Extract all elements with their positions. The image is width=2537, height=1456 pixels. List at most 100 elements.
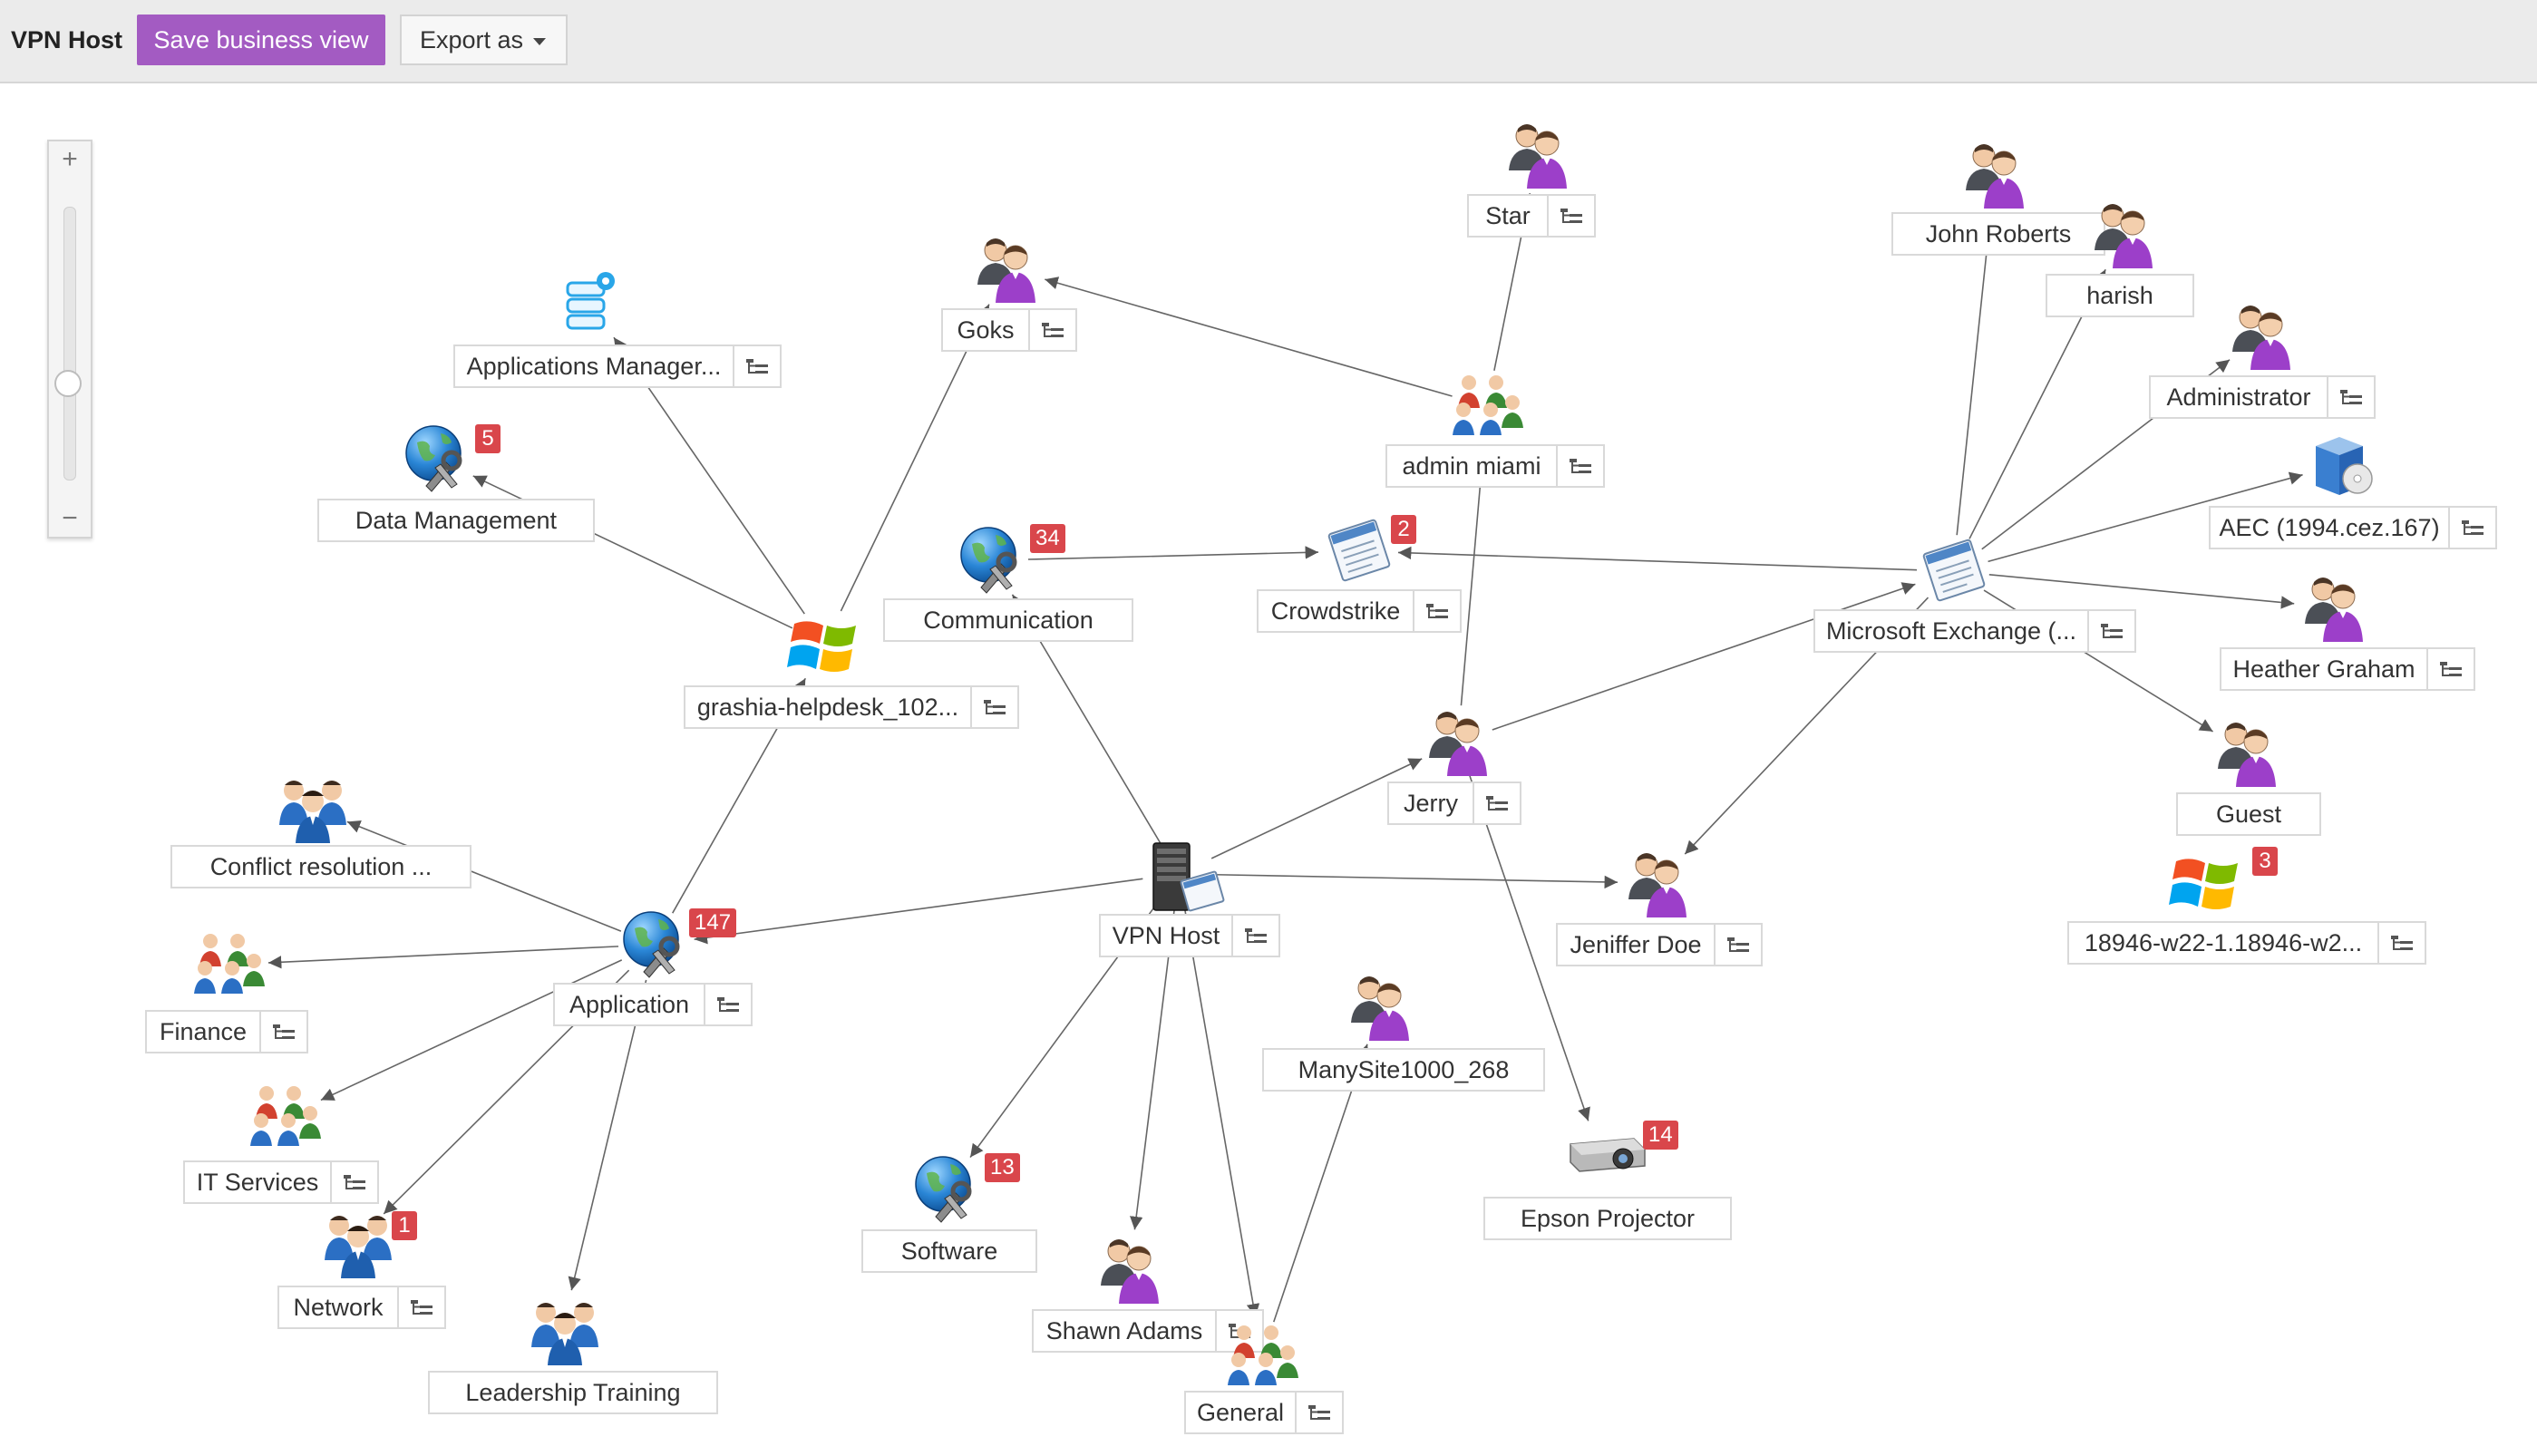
- node-label-text: Finance: [159, 1017, 248, 1045]
- tree-view-icon[interactable]: [1473, 783, 1520, 823]
- user-icon[interactable]: [968, 230, 1045, 311]
- node-label-text: General: [1196, 1398, 1285, 1426]
- node-label-communication[interactable]: Communication: [883, 598, 1133, 642]
- node-label-jerry[interactable]: Jerry: [1387, 781, 1521, 825]
- node-label-administrator[interactable]: Administrator: [2149, 375, 2376, 419]
- tree-view-icon[interactable]: [2377, 923, 2425, 963]
- tree-view-icon[interactable]: [397, 1287, 444, 1327]
- globe-wrench-icon[interactable]: [617, 907, 693, 987]
- node-label-finance[interactable]: Finance: [145, 1010, 308, 1053]
- alarm-count-badge[interactable]: 2: [1391, 515, 1416, 544]
- tree-view-icon[interactable]: [1556, 446, 1603, 486]
- user-icon[interactable]: [1342, 968, 1418, 1049]
- alarm-count-badge[interactable]: 1: [392, 1211, 417, 1240]
- node-label-heather[interactable]: Heather Graham: [2220, 647, 2475, 691]
- globe-wrench-icon[interactable]: [954, 522, 1030, 603]
- app-server-gear-icon[interactable]: [553, 267, 629, 347]
- team-icon[interactable]: [524, 1291, 606, 1372]
- node-label-guest[interactable]: Guest: [2176, 792, 2321, 836]
- globe-wrench-icon[interactable]: [399, 421, 475, 501]
- node-label-goks[interactable]: Goks: [941, 308, 1077, 352]
- alarm-count-badge[interactable]: 5: [475, 424, 501, 453]
- alarm-count-badge[interactable]: 3: [2252, 847, 2278, 876]
- node-label-text: Heather Graham: [2232, 655, 2415, 683]
- windows-logo-icon[interactable]: [2169, 843, 2245, 924]
- node-label-jeniffer[interactable]: Jeniffer Doe: [1556, 923, 1763, 966]
- node-label-crowdstrike[interactable]: Crowdstrike: [1257, 589, 1462, 633]
- edge-vpn-shawn: [1130, 909, 1175, 1230]
- server-icon[interactable]: [1141, 836, 1228, 922]
- alarm-count-badge[interactable]: 147: [689, 908, 737, 937]
- node-label-exchange[interactable]: Microsoft Exchange (...: [1813, 609, 2136, 653]
- node-label-leadership[interactable]: Leadership Training: [428, 1371, 718, 1414]
- user-group-icon[interactable]: [1449, 368, 1531, 449]
- edge-application-leadership: [568, 979, 647, 1291]
- user-group-icon[interactable]: [247, 1079, 328, 1160]
- edge-application-itservices: [320, 959, 623, 1102]
- edge-adminmiami-goks: [1045, 277, 1453, 397]
- tree-view-icon[interactable]: [1295, 1393, 1342, 1432]
- tree-view-icon[interactable]: [1547, 196, 1594, 236]
- node-label-datamgmt[interactable]: Data Management: [317, 499, 595, 542]
- node-label-grashia[interactable]: grashia-helpdesk_102...: [684, 685, 1019, 729]
- user-icon[interactable]: [1500, 116, 1576, 197]
- user-group-icon[interactable]: [1224, 1318, 1306, 1399]
- node-label-vpn[interactable]: VPN Host: [1099, 914, 1280, 957]
- tree-view-icon[interactable]: [733, 346, 780, 386]
- projector-icon[interactable]: [1563, 1121, 1650, 1189]
- tree-view-icon[interactable]: [1413, 591, 1460, 631]
- node-label-software[interactable]: Software: [861, 1229, 1037, 1273]
- team-icon[interactable]: [317, 1204, 399, 1285]
- node-label-application[interactable]: Application: [553, 983, 753, 1026]
- node-label-harish[interactable]: harish: [2046, 274, 2194, 317]
- node-label-w22[interactable]: 18946-w22-1.18946-w2...: [2067, 921, 2426, 965]
- tree-view-icon[interactable]: [1714, 925, 1761, 965]
- alarm-count-badge[interactable]: 34: [1030, 524, 1065, 553]
- tree-view-icon[interactable]: [259, 1012, 306, 1052]
- tree-view-icon[interactable]: [970, 687, 1017, 727]
- node-label-text: ManySite1000_268: [1298, 1055, 1510, 1083]
- node-label-epson[interactable]: Epson Projector: [1483, 1197, 1732, 1240]
- tree-view-icon[interactable]: [704, 985, 751, 1024]
- user-icon[interactable]: [2209, 714, 2285, 795]
- alarm-count-badge[interactable]: 13: [985, 1153, 1020, 1182]
- node-label-text: Applications Manager...: [466, 352, 722, 380]
- user-group-icon[interactable]: [190, 927, 272, 1007]
- tree-view-icon[interactable]: [330, 1162, 377, 1202]
- node-label-itservices[interactable]: IT Services: [183, 1160, 379, 1204]
- node-label-network[interactable]: Network: [277, 1286, 446, 1329]
- user-icon[interactable]: [2223, 297, 2299, 378]
- node-label-manysite[interactable]: ManySite1000_268: [1262, 1048, 1545, 1092]
- user-icon[interactable]: [1092, 1231, 1168, 1312]
- globe-wrench-icon[interactable]: [909, 1151, 985, 1232]
- node-label-general[interactable]: General: [1184, 1391, 1344, 1434]
- user-icon[interactable]: [2085, 196, 2162, 277]
- node-label-adminmiami[interactable]: admin miami: [1385, 444, 1605, 488]
- node-label-star[interactable]: Star: [1467, 194, 1596, 238]
- tree-view-icon[interactable]: [2087, 611, 2134, 651]
- node-label-text: Jeniffer Doe: [1570, 930, 1702, 958]
- edge-vpn-application: [694, 878, 1143, 945]
- user-icon[interactable]: [2296, 569, 2372, 650]
- edge-communication-crowdstrike: [1027, 546, 1319, 560]
- node-label-johnroberts[interactable]: John Roberts: [1891, 212, 2105, 256]
- tree-view-icon[interactable]: [2448, 508, 2495, 548]
- software-box-icon[interactable]: [2303, 426, 2379, 507]
- user-icon[interactable]: [1420, 704, 1496, 784]
- node-label-aec[interactable]: AEC (1994.cez.167): [2209, 506, 2497, 549]
- tree-view-icon[interactable]: [2426, 649, 2474, 689]
- document-app-icon[interactable]: [1320, 513, 1396, 594]
- tree-view-icon[interactable]: [1028, 310, 1075, 350]
- node-label-text: Conflict resolution ...: [209, 852, 433, 880]
- tree-view-icon[interactable]: [2327, 377, 2374, 417]
- tree-view-icon[interactable]: [1231, 916, 1278, 956]
- team-icon[interactable]: [272, 769, 354, 849]
- user-icon[interactable]: [1619, 845, 1696, 926]
- edge-vpn-general: [1184, 909, 1260, 1317]
- user-icon[interactable]: [1957, 136, 2033, 217]
- node-label-conflict[interactable]: Conflict resolution ...: [170, 845, 471, 888]
- windows-logo-icon[interactable]: [787, 606, 863, 686]
- document-app-icon[interactable]: [1915, 533, 1991, 614]
- node-label-appmgr[interactable]: Applications Manager...: [453, 345, 782, 388]
- alarm-count-badge[interactable]: 14: [1643, 1121, 1678, 1150]
